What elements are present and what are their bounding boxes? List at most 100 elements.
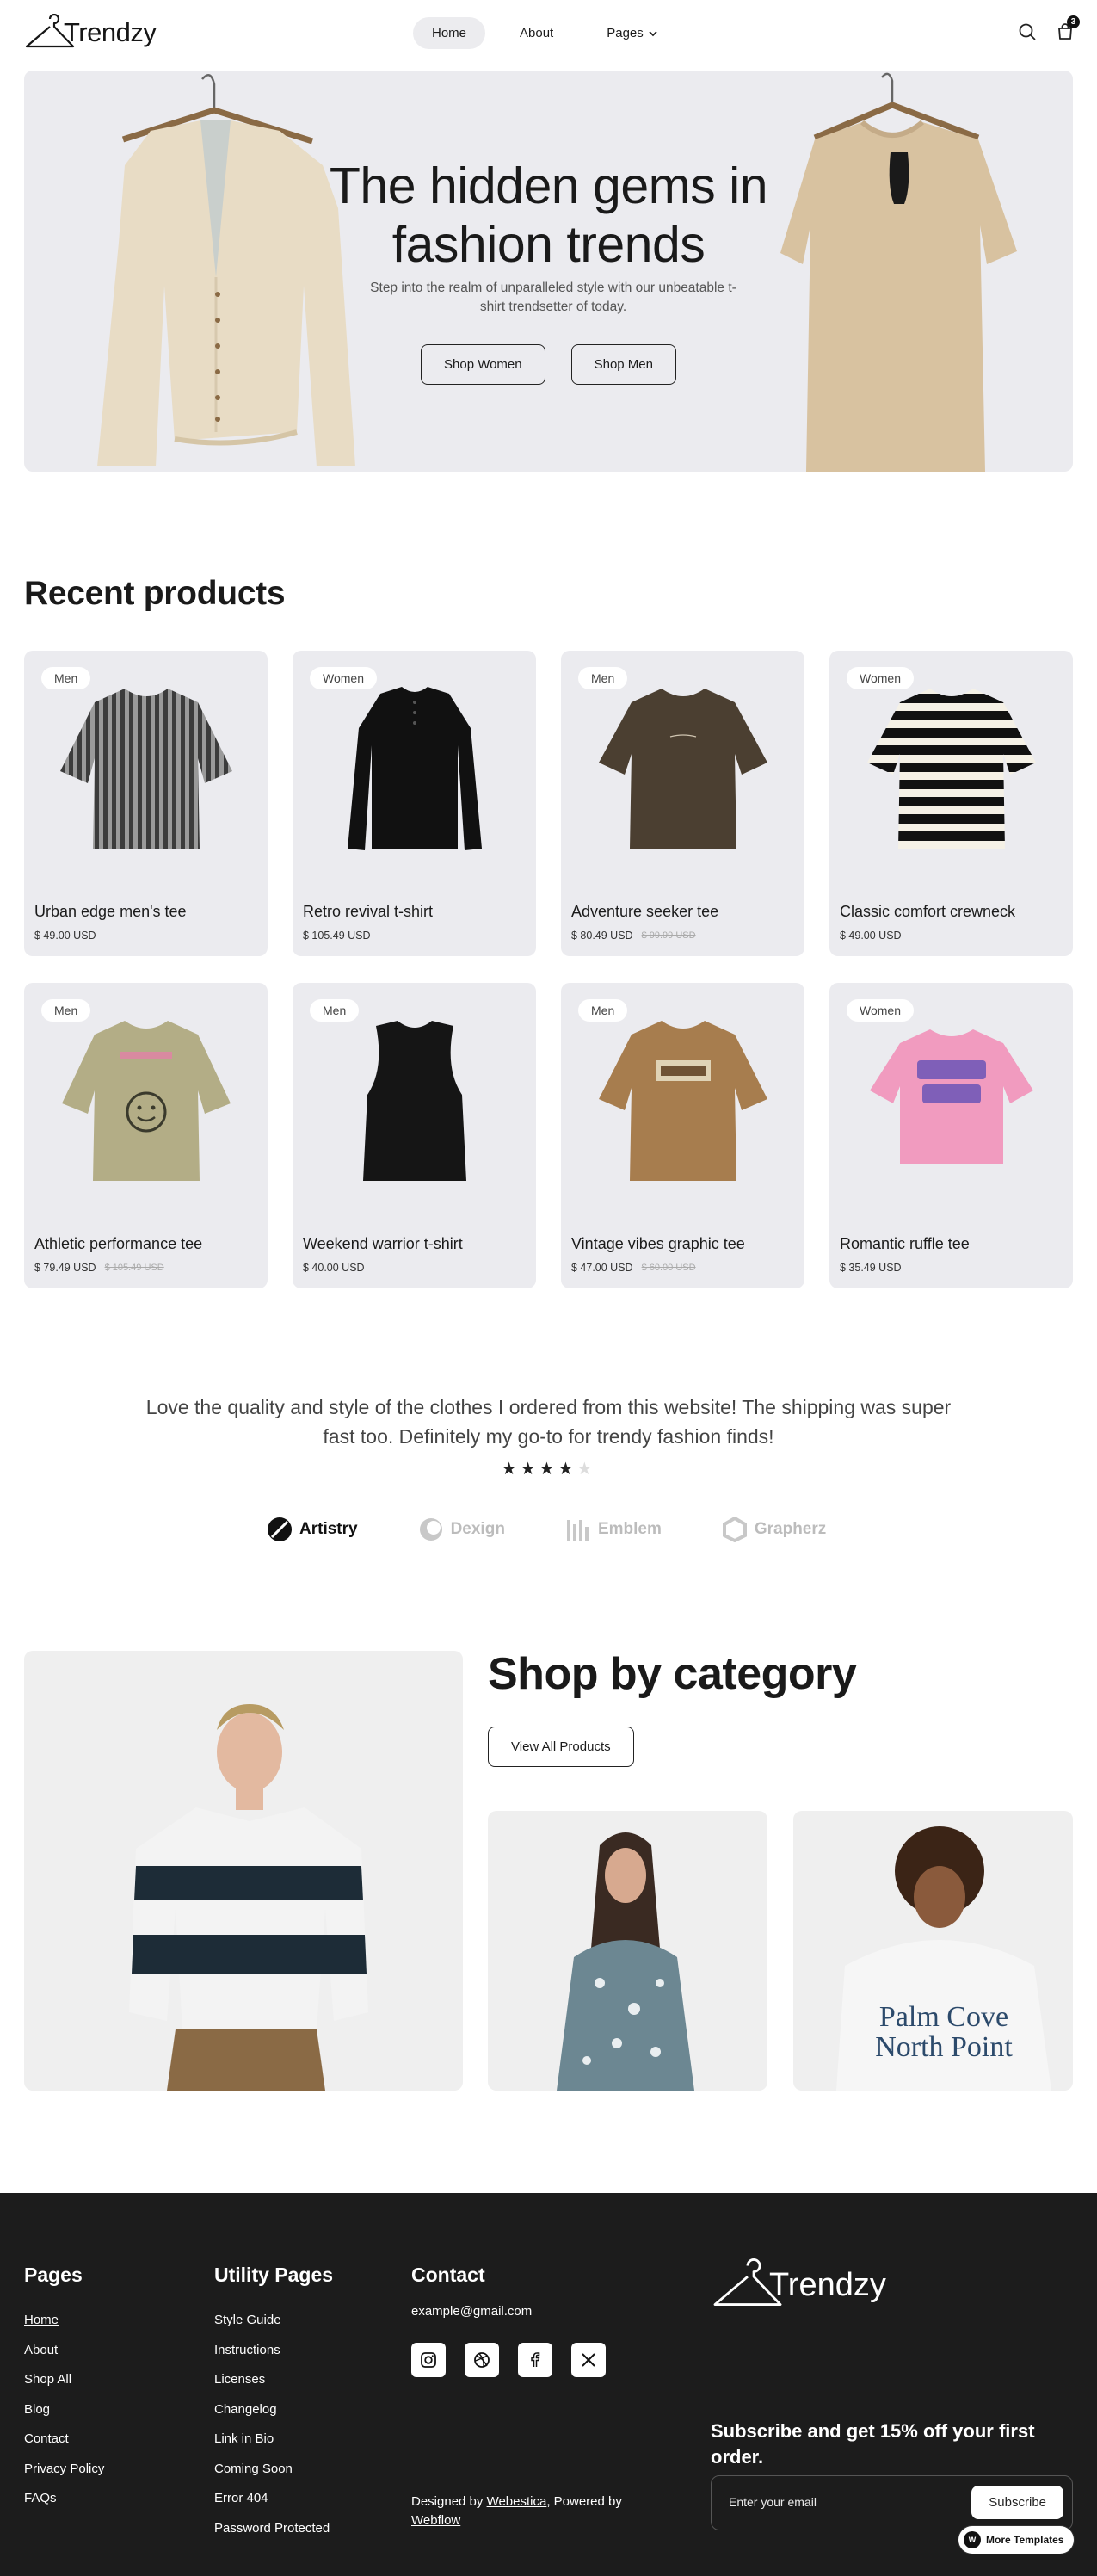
facebook-link[interactable] [518, 2343, 552, 2377]
footer-link-instructions[interactable]: Instructions [214, 2336, 333, 2366]
product-price-row: $ 35.49 USD [840, 1262, 910, 1274]
footer-contact-heading: Contact [411, 2264, 485, 2286]
subscribe-form: Subscribe [711, 2475, 1073, 2530]
star-icon: ★ [520, 1460, 539, 1479]
product-price-row: $ 105.49 USD [303, 930, 379, 942]
kid-in-graphic-tee-image: Palm Cove North Point [836, 1826, 1051, 2091]
product-price: $ 79.49 USD [34, 1262, 96, 1274]
product-name: Adventure seeker tee [571, 903, 719, 920]
footer-link-coming-soon[interactable]: Coming Soon [214, 2455, 333, 2485]
footer-brand-logo[interactable]: Trendzy [711, 2258, 886, 2312]
chevron-down-icon [649, 30, 657, 36]
product-old-price: $ 105.49 USD [104, 1263, 164, 1273]
nav-home[interactable]: Home [413, 17, 486, 49]
product-grid: Men Urban edge men's tee $ 49.00 USD Wom… [24, 651, 1073, 1288]
facebook-icon [531, 2352, 540, 2367]
testimonial-quote: Love the quality and style of the clothe… [145, 1396, 952, 1448]
product-card[interactable]: Women Classic comfort crewneck $ 49.00 U… [829, 651, 1073, 956]
footer-email[interactable]: example@gmail.com [411, 2304, 606, 2319]
nav-icons: 3 [1016, 15, 1080, 43]
footer-brand-name: Trendzy [769, 2266, 886, 2303]
brand-dexign: Dexign [418, 1517, 505, 1542]
search-icon [1019, 23, 1036, 40]
footer-utility-heading: Utility Pages [214, 2264, 334, 2286]
brand-grapherz-label: Grapherz [754, 1520, 827, 1538]
product-card[interactable]: Women Retro revival t-shirt $ 105.49 USD [293, 651, 536, 956]
credit-platform-link[interactable]: Webflow [411, 2513, 460, 2528]
product-image [362, 1021, 466, 1181]
footer-link-error-404[interactable]: Error 404 [214, 2484, 333, 2514]
product-card[interactable]: Women Romantic ruffle tee $ 35.49 USD [829, 983, 1073, 1288]
hero-banner: The hidden gems in fashion trends Step i… [24, 71, 1073, 472]
emblem-logo-icon [566, 1520, 589, 1541]
woman-in-patterned-dress-image [557, 1832, 694, 2091]
shop-men-button[interactable]: Shop Men [570, 344, 676, 385]
product-card[interactable]: Men Athletic performance tee $ 79.49 USD… [24, 983, 268, 1288]
product-name: Romantic ruffle tee [840, 1235, 970, 1252]
credit-designer-link[interactable]: Webestica [487, 2494, 547, 2509]
more-templates-badge[interactable]: W More Templates [958, 2526, 1075, 2554]
footer-link-about[interactable]: About [24, 2336, 104, 2366]
main-nav: Home About Pages [413, 17, 676, 49]
star-icon: ★ [558, 1460, 577, 1479]
nav-home-label: Home [432, 26, 467, 40]
subscribe-button[interactable]: Subscribe [971, 2486, 1063, 2519]
subscribe-email-input[interactable] [729, 2495, 952, 2509]
footer-link-contact[interactable]: Contact [24, 2425, 104, 2455]
product-card[interactable]: Men Weekend warrior t-shirt $ 40.00 USD [293, 983, 536, 1288]
category-men-image[interactable] [24, 1651, 463, 2091]
social-links [411, 2343, 606, 2377]
nav-pages-dropdown[interactable]: Pages [588, 17, 676, 49]
svg-text:Palm Cove: Palm Cove [879, 2001, 1008, 2033]
footer-link-faqs[interactable]: FAQs [24, 2484, 104, 2514]
dribbble-link[interactable] [465, 2343, 499, 2377]
credit-prefix: Designed by [411, 2494, 487, 2509]
footer-credit: Designed by Webestica, Powered by Webflo… [411, 2493, 622, 2530]
recent-products-title: Recent products [24, 575, 286, 612]
brand-grapherz: Grapherz [722, 1517, 826, 1542]
product-old-price: $ 60.00 USD [641, 1263, 696, 1273]
category-women-image[interactable] [488, 1811, 767, 2091]
x-icon [582, 2353, 595, 2367]
footer-link-password-protected[interactable]: Password Protected [214, 2514, 333, 2544]
footer-utility: Utility Pages Style Guide Instructions L… [214, 2264, 333, 2543]
brand-dexign-label: Dexign [450, 1520, 505, 1538]
x-link[interactable] [571, 2343, 606, 2377]
footer-link-style-guide[interactable]: Style Guide [214, 2306, 333, 2336]
product-name: Classic comfort crewneck [840, 903, 1016, 920]
instagram-link[interactable] [411, 2343, 446, 2377]
site-footer: Pages Home About Shop All Blog Contact P… [0, 2193, 1097, 2576]
footer-link-home[interactable]: Home [24, 2306, 104, 2336]
product-card[interactable]: Men Vintage vibes graphic tee $ 47.00 US… [561, 983, 804, 1288]
product-price-row: $ 49.00 USD [34, 930, 105, 942]
product-card[interactable]: Men Adventure seeker tee $ 80.49 USD $ 99… [561, 651, 804, 956]
footer-link-privacy[interactable]: Privacy Policy [24, 2455, 104, 2485]
brand-artistry: Artistry [267, 1517, 358, 1542]
hero-buttons: Shop Women Shop Men [24, 344, 1073, 385]
footer-link-changelog[interactable]: Changelog [214, 2395, 333, 2425]
product-image [866, 689, 1036, 849]
category-kids-image[interactable]: Palm Cove North Point [793, 1811, 1073, 2091]
shop-women-button[interactable]: Shop Women [421, 344, 545, 385]
footer-link-blog[interactable]: Blog [24, 2395, 104, 2425]
search-button[interactable] [1016, 21, 1038, 43]
view-all-products-button[interactable]: View All Products [488, 1727, 634, 1767]
hero-title-line1: The hidden gems in [329, 158, 768, 214]
star-empty-icon: ★ [576, 1460, 596, 1479]
cart-button[interactable]: 3 [1054, 15, 1080, 43]
star-icon: ★ [501, 1460, 521, 1479]
cart-count-badge: 3 [1067, 15, 1080, 28]
product-old-price: $ 99.99 USD [641, 930, 696, 941]
dexign-logo-icon [419, 1518, 442, 1541]
footer-link-link-in-bio[interactable]: Link in Bio [214, 2425, 333, 2455]
brand-logo[interactable]: Trendzy [24, 14, 157, 52]
footer-link-licenses[interactable]: Licenses [214, 2365, 333, 2395]
product-image [61, 1021, 231, 1181]
nav-about[interactable]: About [501, 17, 572, 49]
footer-link-shop-all[interactable]: Shop All [24, 2365, 104, 2395]
man-in-striped-sweater-image [129, 1704, 368, 2091]
brand-name: Trendzy [64, 17, 157, 47]
instagram-icon [421, 2352, 436, 2368]
nav-about-label: About [520, 26, 554, 40]
product-card[interactable]: Men Urban edge men's tee $ 49.00 USD [24, 651, 268, 956]
